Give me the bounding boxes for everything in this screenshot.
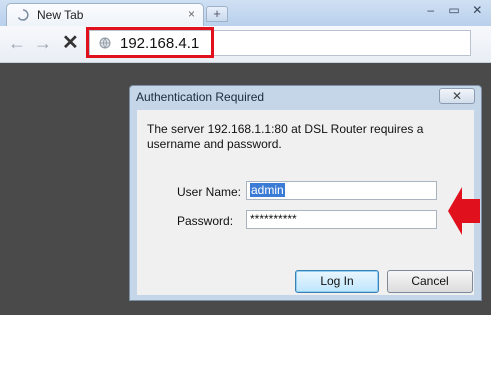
maximize-icon[interactable]: ▭ <box>442 0 465 22</box>
cancel-button[interactable]: Cancel <box>387 270 473 293</box>
url-highlight-box <box>86 27 214 58</box>
red-arrow-icon <box>448 187 480 235</box>
tab-title: New Tab <box>37 8 84 22</box>
password-input[interactable]: ********** <box>246 210 437 229</box>
loading-spinner-icon <box>17 9 29 21</box>
stop-icon[interactable]: ✕ <box>62 33 79 53</box>
forward-arrow-icon[interactable]: → <box>34 34 52 52</box>
password-value: ********** <box>250 212 297 226</box>
window-controls: – ▭ ✕ <box>419 0 489 22</box>
new-tab-button[interactable]: + <box>206 6 228 22</box>
tab-close-icon[interactable]: × <box>188 7 195 21</box>
username-label: User Name: <box>177 185 242 199</box>
tab-strip: New Tab × + – ▭ ✕ <box>0 0 491 26</box>
dialog-titlebar[interactable]: Authentication Required ✕ <box>130 86 481 108</box>
minimize-icon[interactable]: – <box>419 0 442 22</box>
dialog-title: Authentication Required <box>136 90 265 104</box>
login-button[interactable]: Log In <box>295 270 379 293</box>
password-label: Password: <box>177 214 234 228</box>
close-window-icon[interactable]: ✕ <box>466 0 489 22</box>
username-input[interactable]: admin <box>246 181 437 200</box>
tab-new-tab[interactable]: New Tab × <box>6 3 204 26</box>
dialog-close-button[interactable]: ✕ <box>439 88 475 104</box>
back-arrow-icon[interactable]: ← <box>8 34 26 52</box>
username-value: admin <box>250 183 285 197</box>
auth-message: The server 192.168.1.1:80 at DSL Router … <box>147 122 424 151</box>
